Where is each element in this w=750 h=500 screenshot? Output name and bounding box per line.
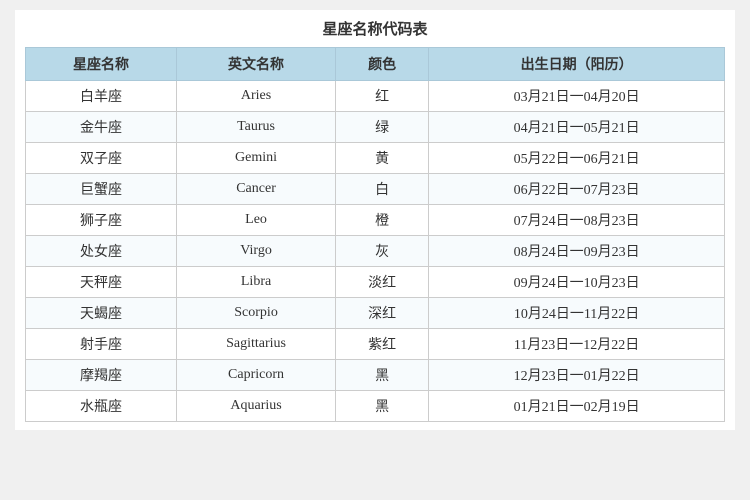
table-row: 射手座Sagittarius紫红11月23日一12月22日 [26,329,725,360]
cell-color: 黑 [336,391,429,422]
cell-chinese: 处女座 [26,236,177,267]
table-row: 巨蟹座Cancer白06月22日一07月23日 [26,174,725,205]
table-row: 狮子座Leo橙07月24日一08月23日 [26,205,725,236]
cell-chinese: 狮子座 [26,205,177,236]
cell-english: Capricorn [177,360,336,391]
cell-english: Leo [177,205,336,236]
cell-dates: 10月24日一11月22日 [429,298,725,329]
table-row: 金牛座Taurus绿04月21日一05月21日 [26,112,725,143]
cell-dates: 08月24日一09月23日 [429,236,725,267]
cell-chinese: 巨蟹座 [26,174,177,205]
col-header-chinese: 星座名称 [26,48,177,81]
cell-chinese: 水瓶座 [26,391,177,422]
cell-english: Aries [177,81,336,112]
col-header-color: 颜色 [336,48,429,81]
table-row: 处女座Virgo灰08月24日一09月23日 [26,236,725,267]
main-container: 星座名称代码表 星座名称 英文名称 颜色 出生日期（阳历） 白羊座Aries红0… [15,10,735,430]
table-row: 摩羯座Capricorn黑12月23日一01月22日 [26,360,725,391]
col-header-english: 英文名称 [177,48,336,81]
cell-dates: 09月24日一10月23日 [429,267,725,298]
cell-dates: 03月21日一04月20日 [429,81,725,112]
cell-chinese: 白羊座 [26,81,177,112]
cell-english: Aquarius [177,391,336,422]
table-row: 双子座Gemini黄05月22日一06月21日 [26,143,725,174]
cell-dates: 05月22日一06月21日 [429,143,725,174]
cell-color: 橙 [336,205,429,236]
cell-color: 绿 [336,112,429,143]
page-title: 星座名称代码表 [25,18,725,39]
cell-english: Virgo [177,236,336,267]
cell-dates: 01月21日一02月19日 [429,391,725,422]
cell-dates: 06月22日一07月23日 [429,174,725,205]
cell-chinese: 摩羯座 [26,360,177,391]
table-header-row: 星座名称 英文名称 颜色 出生日期（阳历） [26,48,725,81]
zodiac-table: 星座名称 英文名称 颜色 出生日期（阳历） 白羊座Aries红03月21日一04… [25,47,725,422]
cell-chinese: 双子座 [26,143,177,174]
col-header-dates: 出生日期（阳历） [429,48,725,81]
cell-color: 深红 [336,298,429,329]
cell-dates: 12月23日一01月22日 [429,360,725,391]
table-row: 白羊座Aries红03月21日一04月20日 [26,81,725,112]
cell-color: 白 [336,174,429,205]
cell-color: 紫红 [336,329,429,360]
cell-chinese: 天蝎座 [26,298,177,329]
table-row: 天秤座Libra淡红09月24日一10月23日 [26,267,725,298]
cell-chinese: 射手座 [26,329,177,360]
cell-english: Scorpio [177,298,336,329]
cell-english: Cancer [177,174,336,205]
table-row: 水瓶座Aquarius黑01月21日一02月19日 [26,391,725,422]
cell-color: 灰 [336,236,429,267]
cell-color: 黄 [336,143,429,174]
cell-color: 黑 [336,360,429,391]
cell-english: Libra [177,267,336,298]
cell-english: Gemini [177,143,336,174]
cell-english: Taurus [177,112,336,143]
cell-chinese: 天秤座 [26,267,177,298]
cell-chinese: 金牛座 [26,112,177,143]
cell-english: Sagittarius [177,329,336,360]
cell-dates: 04月21日一05月21日 [429,112,725,143]
cell-dates: 11月23日一12月22日 [429,329,725,360]
cell-color: 红 [336,81,429,112]
cell-color: 淡红 [336,267,429,298]
cell-dates: 07月24日一08月23日 [429,205,725,236]
table-row: 天蝎座Scorpio深红10月24日一11月22日 [26,298,725,329]
